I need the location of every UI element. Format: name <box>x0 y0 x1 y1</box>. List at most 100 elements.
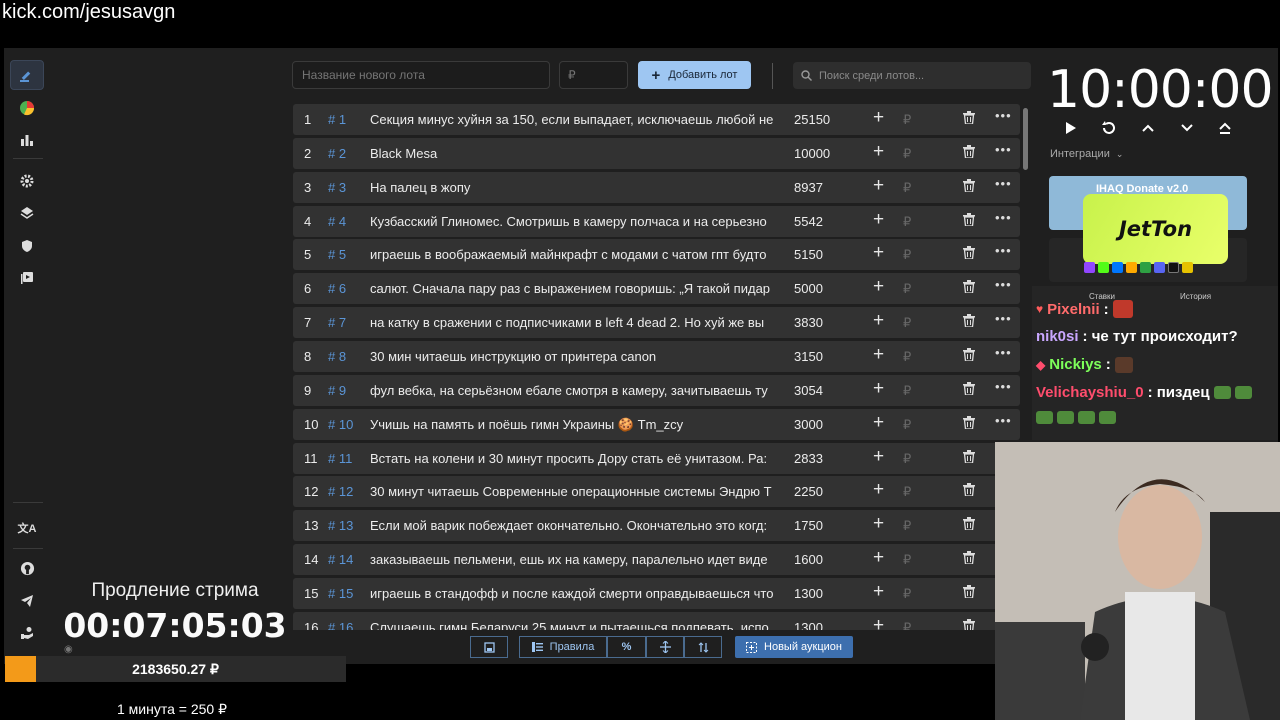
more-options-icon[interactable]: ••• <box>995 413 1012 428</box>
translate-icon[interactable]: 文A <box>10 513 44 543</box>
more-options-icon[interactable]: ••• <box>995 243 1012 258</box>
lot-row[interactable]: 12 # 12 30 минут читаешь Современные опера… <box>293 476 1020 508</box>
lot-name[interactable]: Если мой варик побеждает окончательно. О… <box>370 518 778 533</box>
lot-amount[interactable]: 1750 <box>794 518 823 533</box>
lot-row[interactable]: 1 # 1 Секция минус хуйня за 150, если выпа… <box>293 104 1020 135</box>
trash-icon[interactable] <box>963 178 975 195</box>
lot-search-input[interactable]: Поиск среди лотов... <box>793 62 1031 89</box>
lot-currency[interactable]: ₽ <box>903 281 911 297</box>
lot-currency[interactable]: ₽ <box>903 315 911 331</box>
lot-id[interactable]: # 16 <box>328 620 353 630</box>
lot-name[interactable]: Секция минус хуйня за 150, если выпадает… <box>370 112 778 127</box>
lot-row[interactable]: 15 # 15 играешь в стандофф и после каждой … <box>293 577 1020 609</box>
lot-currency[interactable]: ₽ <box>903 383 911 399</box>
bar-chart-icon[interactable] <box>10 125 44 155</box>
lot-row[interactable]: 7 # 7 на катку в сражении с подписчиками в… <box>293 307 1020 339</box>
lot-name[interactable]: Слушаешь гимн Беларуси 25 минут и пытаеш… <box>370 620 778 630</box>
lot-row[interactable]: 5 # 5 играешь в воображаемый майнкрафт с м… <box>293 239 1020 271</box>
add-amount-icon[interactable]: + <box>873 615 884 630</box>
lot-name[interactable]: салют. Сначала пару раз с выражением гов… <box>370 281 778 296</box>
lot-id[interactable]: # 2 <box>328 146 346 161</box>
lot-amount[interactable]: 5150 <box>794 247 823 262</box>
more-options-icon[interactable]: ••• <box>995 379 1012 394</box>
more-options-icon[interactable]: ••• <box>995 108 1012 123</box>
lot-currency[interactable]: ₽ <box>903 484 911 500</box>
eye-icon[interactable]: ◉ <box>64 644 73 655</box>
trash-icon[interactable] <box>963 483 975 499</box>
play-icon[interactable] <box>1060 118 1082 138</box>
lot-amount[interactable]: 25150 <box>794 112 830 127</box>
lot-amount[interactable]: 8937 <box>794 180 823 195</box>
trash-icon[interactable] <box>963 111 975 127</box>
lot-name[interactable]: на катку в сражении с подписчиками в lef… <box>370 315 778 330</box>
lot-currency[interactable]: ₽ <box>903 180 911 196</box>
lot-amount[interactable]: 3000 <box>794 417 823 432</box>
chevron-down-icon[interactable] <box>1176 118 1198 138</box>
trash-icon[interactable] <box>963 314 975 330</box>
lot-row[interactable]: 6 # 6 салют. Сначала пару раз с выражением… <box>293 273 1020 305</box>
trash-icon[interactable] <box>963 381 975 398</box>
lot-id[interactable]: # 14 <box>328 552 353 567</box>
lot-amount[interactable]: 2833 <box>794 451 823 466</box>
add-amount-icon[interactable]: + <box>873 175 884 197</box>
rules-button[interactable]: Правила <box>519 636 607 658</box>
lot-id[interactable]: # 7 <box>328 315 346 330</box>
lot-row[interactable]: 13 # 13 Если мой варик побеждает окончател… <box>293 510 1020 542</box>
lot-id[interactable]: # 5 <box>328 247 346 262</box>
lot-currency[interactable]: ₽ <box>903 586 911 602</box>
lot-name[interactable]: На палец в жопу <box>370 180 778 195</box>
lot-amount[interactable]: 3150 <box>794 349 823 364</box>
trash-icon[interactable] <box>963 415 975 432</box>
add-amount-icon[interactable]: + <box>873 310 884 332</box>
new-lot-name-input[interactable] <box>292 61 550 89</box>
percent-button[interactable]: % <box>607 636 646 658</box>
add-amount-icon[interactable]: + <box>873 412 884 434</box>
lot-currency[interactable]: ₽ <box>903 518 911 534</box>
add-amount-icon[interactable]: + <box>873 276 884 298</box>
lot-row[interactable]: 8 # 8 30 мин читаешь инструкцию от принтер… <box>293 340 1020 372</box>
add-amount-icon[interactable]: + <box>873 242 884 264</box>
trash-icon[interactable] <box>963 551 975 567</box>
lot-currency[interactable]: ₽ <box>903 349 911 365</box>
more-options-icon[interactable]: ••• <box>995 277 1012 292</box>
new-lot-amount-input[interactable] <box>559 61 628 89</box>
lot-id[interactable]: # 15 <box>328 586 353 601</box>
lot-row[interactable]: 2 # 2 Black Mesa 10000 + ₽ ••• <box>293 137 1020 169</box>
lot-id[interactable]: # 10 <box>328 417 353 432</box>
lot-amount[interactable]: 2250 <box>794 484 823 499</box>
lot-amount[interactable]: 5000 <box>794 281 823 296</box>
trash-icon[interactable] <box>963 517 975 533</box>
lot-id[interactable]: # 8 <box>328 349 346 364</box>
lot-name[interactable]: фул вебка, на серьёзном ебале смотря в к… <box>370 383 778 398</box>
gavel-icon[interactable] <box>10 60 44 90</box>
lot-name[interactable]: Black Mesa <box>370 146 778 161</box>
pie-chart-icon[interactable] <box>10 93 44 123</box>
trash-icon[interactable] <box>963 584 975 601</box>
lot-amount[interactable]: 1600 <box>794 552 823 567</box>
lot-id[interactable]: # 11 <box>328 451 352 466</box>
gear-icon[interactable] <box>10 166 44 196</box>
lot-currency[interactable]: ₽ <box>903 112 911 128</box>
add-amount-icon[interactable]: + <box>873 378 884 400</box>
lot-row[interactable]: 3 # 3 На палец в жопу 8937 + ₽ ••• <box>293 171 1020 203</box>
lot-name[interactable]: играешь в воображаемый майнкрафт с модам… <box>370 247 778 262</box>
add-amount-icon[interactable]: + <box>873 547 884 569</box>
video-library-icon[interactable] <box>10 263 44 293</box>
lot-currency[interactable]: ₽ <box>903 451 911 467</box>
lot-amount[interactable]: 3054 <box>794 383 823 398</box>
trash-icon[interactable] <box>963 347 975 364</box>
lot-id[interactable]: # 13 <box>328 518 353 533</box>
chat-tab-history[interactable]: История <box>1180 292 1211 301</box>
double-up-icon[interactable] <box>1214 118 1236 138</box>
lot-amount[interactable]: 3830 <box>794 315 823 330</box>
lot-amount[interactable]: 5542 <box>794 214 823 229</box>
new-auction-button[interactable]: Новый аукцион <box>735 636 853 658</box>
trash-icon[interactable] <box>963 280 975 296</box>
lot-name[interactable]: Встать на колени и 30 минут просить Дору… <box>370 451 778 466</box>
lot-currency[interactable]: ₽ <box>903 214 911 230</box>
layers-icon[interactable] <box>10 198 44 228</box>
lot-id[interactable]: # 6 <box>328 281 346 296</box>
trash-icon[interactable] <box>963 618 975 630</box>
more-options-icon[interactable]: ••• <box>995 176 1012 191</box>
lot-currency[interactable]: ₽ <box>903 146 911 162</box>
